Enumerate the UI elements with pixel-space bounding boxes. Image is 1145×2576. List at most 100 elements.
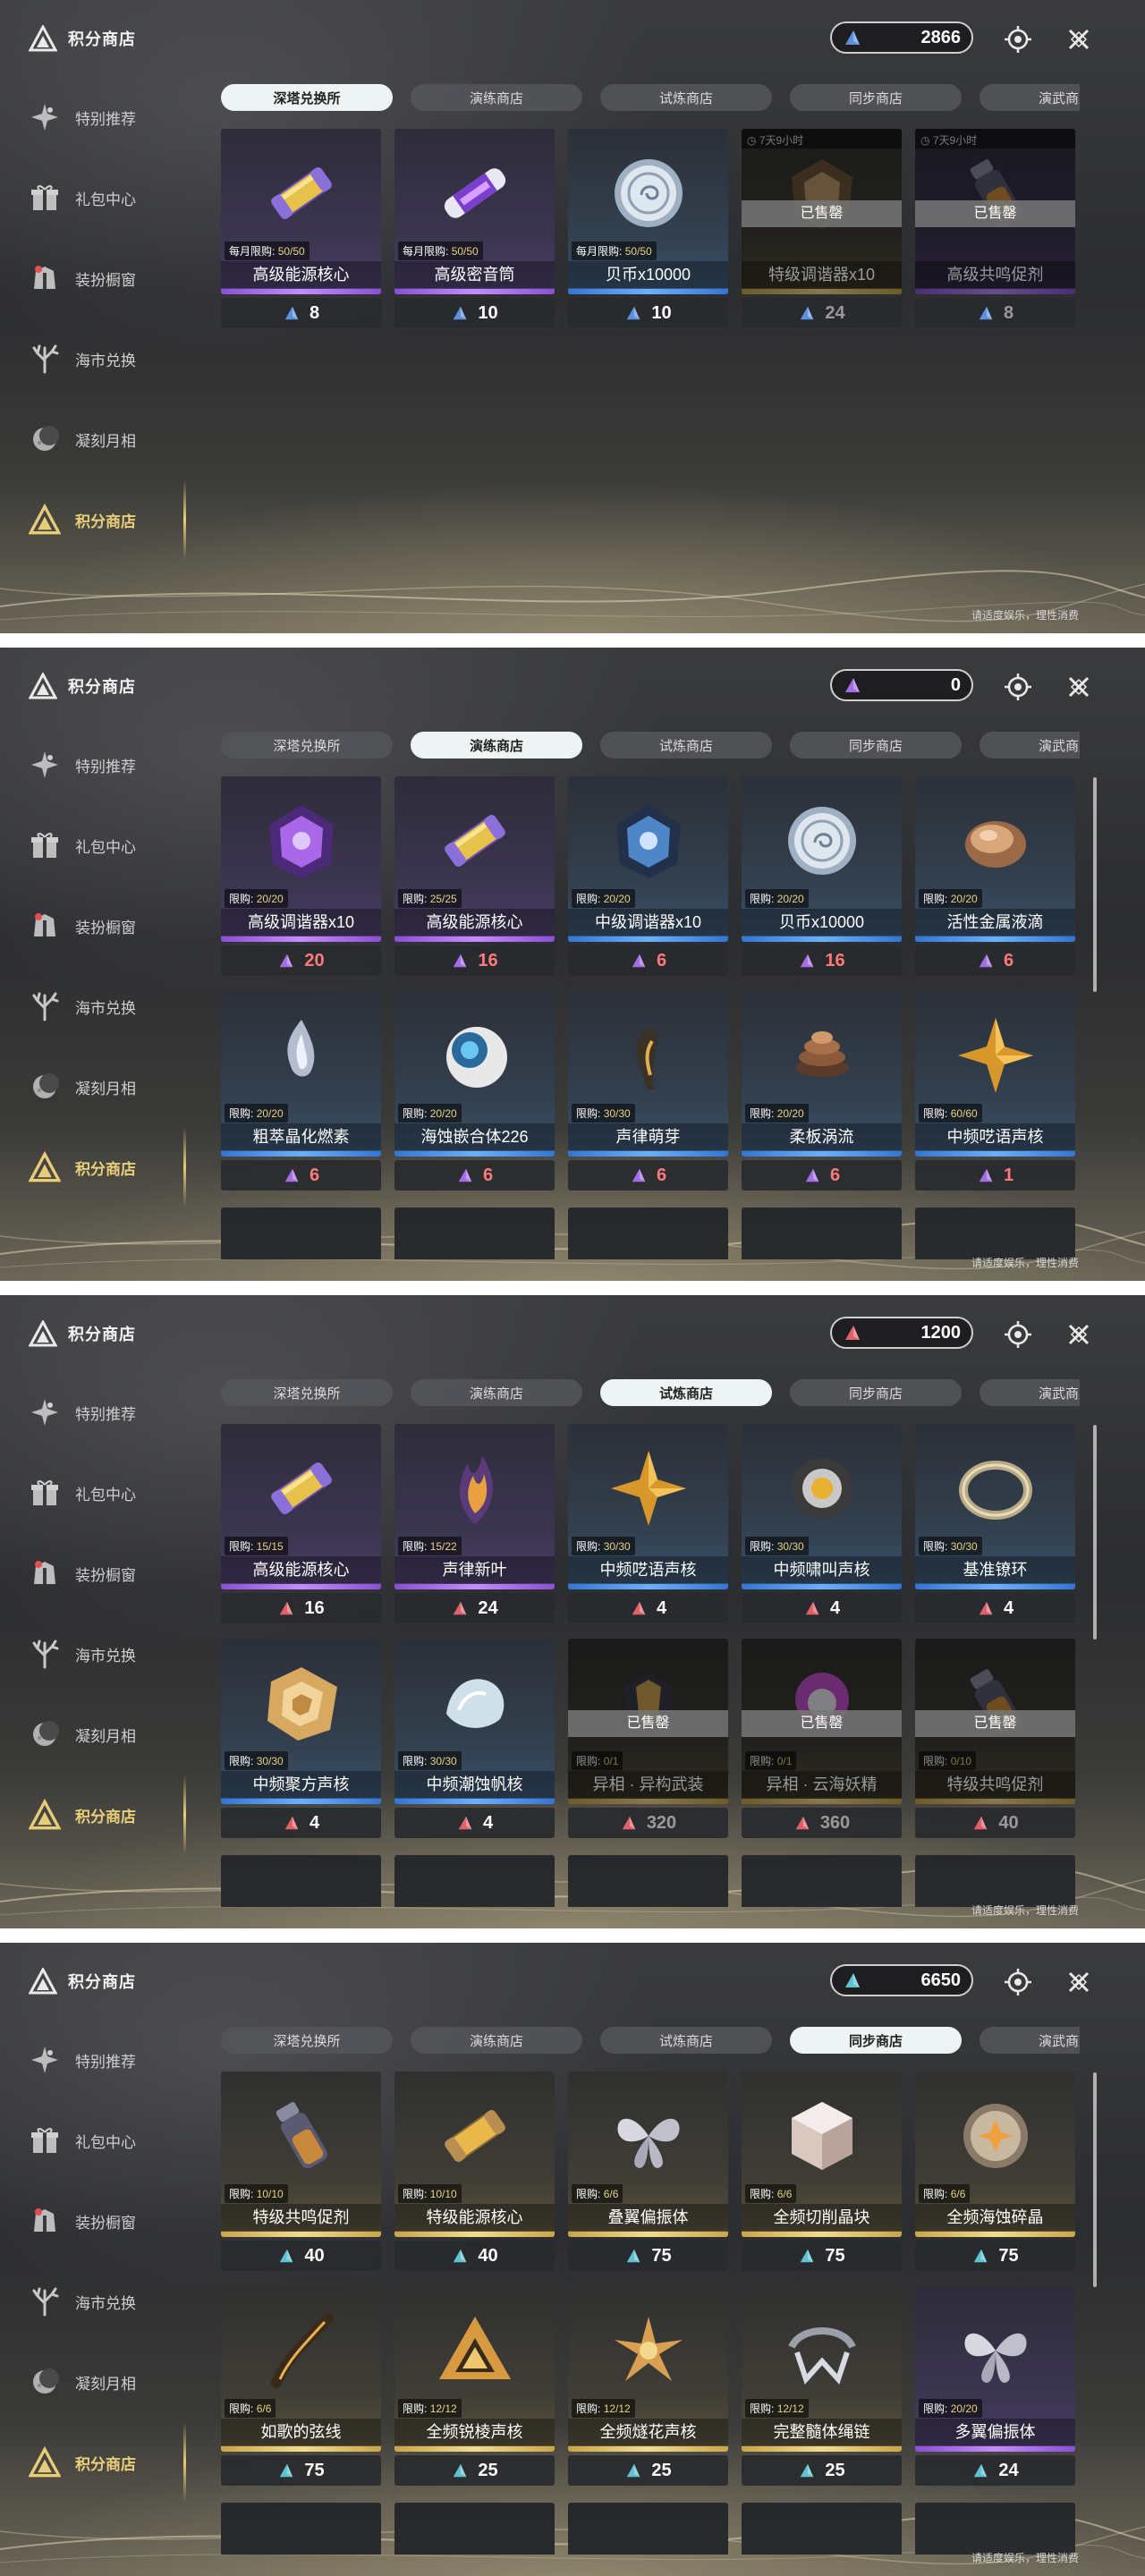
tab-1[interactable]: 深塔兑换所 xyxy=(221,2027,393,2054)
sidebar-item-gift-center[interactable]: 礼包中心 xyxy=(0,157,206,238)
tab-3[interactable]: 试炼商店 xyxy=(600,732,772,758)
shop-item-card[interactable]: 限购: 15/22 声律新叶 24 xyxy=(394,1424,555,1623)
shop-item-card[interactable]: ◷ 7天9小时 已售罄 特级调谐器x10 24 xyxy=(742,129,902,328)
sidebar-item-sea-market[interactable]: 海市兑换 xyxy=(0,1614,206,1694)
sidebar-item-sea-market[interactable]: 海市兑换 xyxy=(0,966,206,1046)
shop-item-card[interactable]: 每月限购: 50/50 贝币x10000 10 xyxy=(568,129,728,328)
tab-4[interactable]: 同步商店 xyxy=(790,732,962,758)
sidebar-item-featured[interactable]: 特别推荐 xyxy=(0,1372,206,1453)
tab-4[interactable]: 同步商店 xyxy=(790,2027,962,2054)
sidebar-item-wardrobe[interactable]: 装扮橱窗 xyxy=(0,886,206,966)
shop-item-card[interactable]: 限购: 30/30 中频啸叫声核 4 xyxy=(742,1424,902,1623)
tab-4[interactable]: 同步商店 xyxy=(790,84,962,111)
shop-item-card-partial[interactable] xyxy=(915,1208,1075,1259)
shop-item-card[interactable]: 限购: 20/20 柔板涡流 6 xyxy=(742,991,902,1191)
tab-3[interactable]: 试炼商店 xyxy=(600,84,772,111)
shop-item-card[interactable]: 限购: 20/20 贝币x10000 16 xyxy=(742,776,902,976)
shop-item-card[interactable]: 限购: 30/30 中频呓语声核 4 xyxy=(568,1424,728,1623)
tab-2[interactable]: 演练商店 xyxy=(411,2027,582,2054)
sidebar-item-gift-center[interactable]: 礼包中心 xyxy=(0,805,206,886)
tab-2[interactable]: 演练商店 xyxy=(411,1379,582,1406)
tab-3[interactable]: 试炼商店 xyxy=(600,2027,772,2054)
locate-button[interactable] xyxy=(1000,1964,1036,2000)
tab-2[interactable]: 演练商店 xyxy=(411,84,582,111)
shop-item-card-partial[interactable] xyxy=(742,2503,902,2555)
shop-item-card[interactable]: 限购: 6/6 全频海蚀碎晶 75 xyxy=(915,2072,1075,2271)
tab-3[interactable]: 试炼商店 xyxy=(600,1379,772,1406)
shop-item-card[interactable]: 限购: 30/30 中频聚方声核 4 xyxy=(221,1639,381,1838)
sidebar-item-featured[interactable]: 特别推荐 xyxy=(0,2020,206,2100)
close-button[interactable] xyxy=(1061,1964,1097,2000)
shop-item-card[interactable]: 限购: 6/6 全频切削晶块 75 xyxy=(742,2072,902,2271)
shop-item-card-partial[interactable] xyxy=(394,1208,555,1259)
shop-item-card[interactable]: 限购: 12/12 完整髓体绳链 25 xyxy=(742,2286,902,2486)
shop-item-card[interactable]: 限购: 0/10 已售罄 特级共鸣促剂 40 xyxy=(915,1639,1075,1838)
sidebar-item-wardrobe[interactable]: 装扮橱窗 xyxy=(0,2181,206,2261)
sidebar-item-moon-phase[interactable]: 凝刻月相 xyxy=(0,1046,206,1127)
sidebar-item-points-shop[interactable]: 积分商店 xyxy=(0,1775,206,1855)
shop-item-card-partial[interactable] xyxy=(915,1855,1075,1907)
sidebar-item-wardrobe[interactable]: 装扮橱窗 xyxy=(0,1533,206,1614)
tab-2[interactable]: 演练商店 xyxy=(411,732,582,758)
sidebar-item-moon-phase[interactable]: 凝刻月相 xyxy=(0,1694,206,1775)
shop-item-card[interactable]: 限购: 20/20 中级调谐器x10 6 xyxy=(568,776,728,976)
shop-item-card[interactable]: 限购: 6/6 叠翼偏振体 75 xyxy=(568,2072,728,2271)
grid-scrollbar[interactable] xyxy=(1093,777,1097,992)
sidebar-item-wardrobe[interactable]: 装扮橱窗 xyxy=(0,238,206,318)
grid-scrollbar[interactable] xyxy=(1093,1425,1097,1640)
sidebar-item-featured[interactable]: 特别推荐 xyxy=(0,77,206,157)
shop-item-card[interactable]: 限购: 30/30 基准镣环 4 xyxy=(915,1424,1075,1623)
sidebar-item-points-shop[interactable]: 积分商店 xyxy=(0,479,206,560)
shop-item-card[interactable]: 限购: 6/6 如歌的弦线 75 xyxy=(221,2286,381,2486)
sidebar-item-moon-phase[interactable]: 凝刻月相 xyxy=(0,399,206,479)
shop-item-card-partial[interactable] xyxy=(915,2503,1075,2555)
shop-item-card[interactable]: 限购: 30/30 中频潮蚀帆核 4 xyxy=(394,1639,555,1838)
locate-button[interactable] xyxy=(1000,1317,1036,1352)
shop-item-card[interactable]: 每月限购: 50/50 高级密音筒 10 xyxy=(394,129,555,328)
sidebar-item-gift-center[interactable]: 礼包中心 xyxy=(0,2100,206,2181)
sidebar-item-featured[interactable]: 特别推荐 xyxy=(0,724,206,805)
shop-item-card[interactable]: 限购: 15/15 高级能源核心 16 xyxy=(221,1424,381,1623)
shop-item-card[interactable]: 限购: 20/20 海蚀嵌合体226 6 xyxy=(394,991,555,1191)
sidebar-item-points-shop[interactable]: 积分商店 xyxy=(0,2422,206,2503)
locate-button[interactable] xyxy=(1000,21,1036,57)
shop-item-card-partial[interactable] xyxy=(742,1208,902,1259)
close-button[interactable] xyxy=(1061,21,1097,57)
shop-item-card[interactable]: 限购: 10/10 特级能源核心 40 xyxy=(394,2072,555,2271)
shop-item-card-partial[interactable] xyxy=(221,1208,381,1259)
locate-button[interactable] xyxy=(1000,669,1036,705)
close-button[interactable] xyxy=(1061,1317,1097,1352)
shop-item-card[interactable]: 限购: 0/1 已售罄 异相 · 异构武装 320 xyxy=(568,1639,728,1838)
shop-item-card[interactable]: 每月限购: 50/50 高级能源核心 8 xyxy=(221,129,381,328)
shop-item-card-partial[interactable] xyxy=(568,1208,728,1259)
sidebar-item-moon-phase[interactable]: 凝刻月相 xyxy=(0,2342,206,2422)
shop-item-card-partial[interactable] xyxy=(568,2503,728,2555)
tab-5[interactable]: 演武商店 xyxy=(980,2027,1080,2054)
shop-item-card[interactable]: 限购: 12/12 全频锐棱声核 25 xyxy=(394,2286,555,2486)
shop-item-card[interactable]: 限购: 25/25 高级能源核心 16 xyxy=(394,776,555,976)
sidebar-item-sea-market[interactable]: 海市兑换 xyxy=(0,2261,206,2342)
shop-item-card[interactable]: 限购: 20/20 高级调谐器x10 20 xyxy=(221,776,381,976)
shop-item-card-partial[interactable] xyxy=(221,2503,381,2555)
shop-item-card-partial[interactable] xyxy=(221,1855,381,1907)
shop-item-card[interactable]: ◷ 7天9小时 已售罄 高级共鸣促剂 8 xyxy=(915,129,1075,328)
shop-item-card-partial[interactable] xyxy=(568,1855,728,1907)
grid-scrollbar[interactable] xyxy=(1093,2072,1097,2287)
shop-item-card-partial[interactable] xyxy=(394,2503,555,2555)
tab-4[interactable]: 同步商店 xyxy=(790,1379,962,1406)
shop-item-card[interactable]: 限购: 10/10 特级共鸣促剂 40 xyxy=(221,2072,381,2271)
shop-item-card-partial[interactable] xyxy=(742,1855,902,1907)
sidebar-item-points-shop[interactable]: 积分商店 xyxy=(0,1127,206,1208)
shop-item-card[interactable]: 限购: 20/20 活性金属液滴 6 xyxy=(915,776,1075,976)
shop-item-card[interactable]: 限购: 60/60 中频呓语声核 1 xyxy=(915,991,1075,1191)
tab-1[interactable]: 深塔兑换所 xyxy=(221,84,393,111)
tab-5[interactable]: 演武商店 xyxy=(980,732,1080,758)
shop-item-card[interactable]: 限购: 20/20 多翼偏振体 24 xyxy=(915,2286,1075,2486)
sidebar-item-gift-center[interactable]: 礼包中心 xyxy=(0,1453,206,1533)
shop-item-card[interactable]: 限购: 0/1 已售罄 异相 · 云海妖精 360 xyxy=(742,1639,902,1838)
tab-5[interactable]: 演武商店 xyxy=(980,84,1080,111)
shop-item-card[interactable]: 限购: 12/12 全频燧花声核 25 xyxy=(568,2286,728,2486)
sidebar-item-sea-market[interactable]: 海市兑换 xyxy=(0,318,206,399)
tab-1[interactable]: 深塔兑换所 xyxy=(221,732,393,758)
tab-5[interactable]: 演武商店 xyxy=(980,1379,1080,1406)
